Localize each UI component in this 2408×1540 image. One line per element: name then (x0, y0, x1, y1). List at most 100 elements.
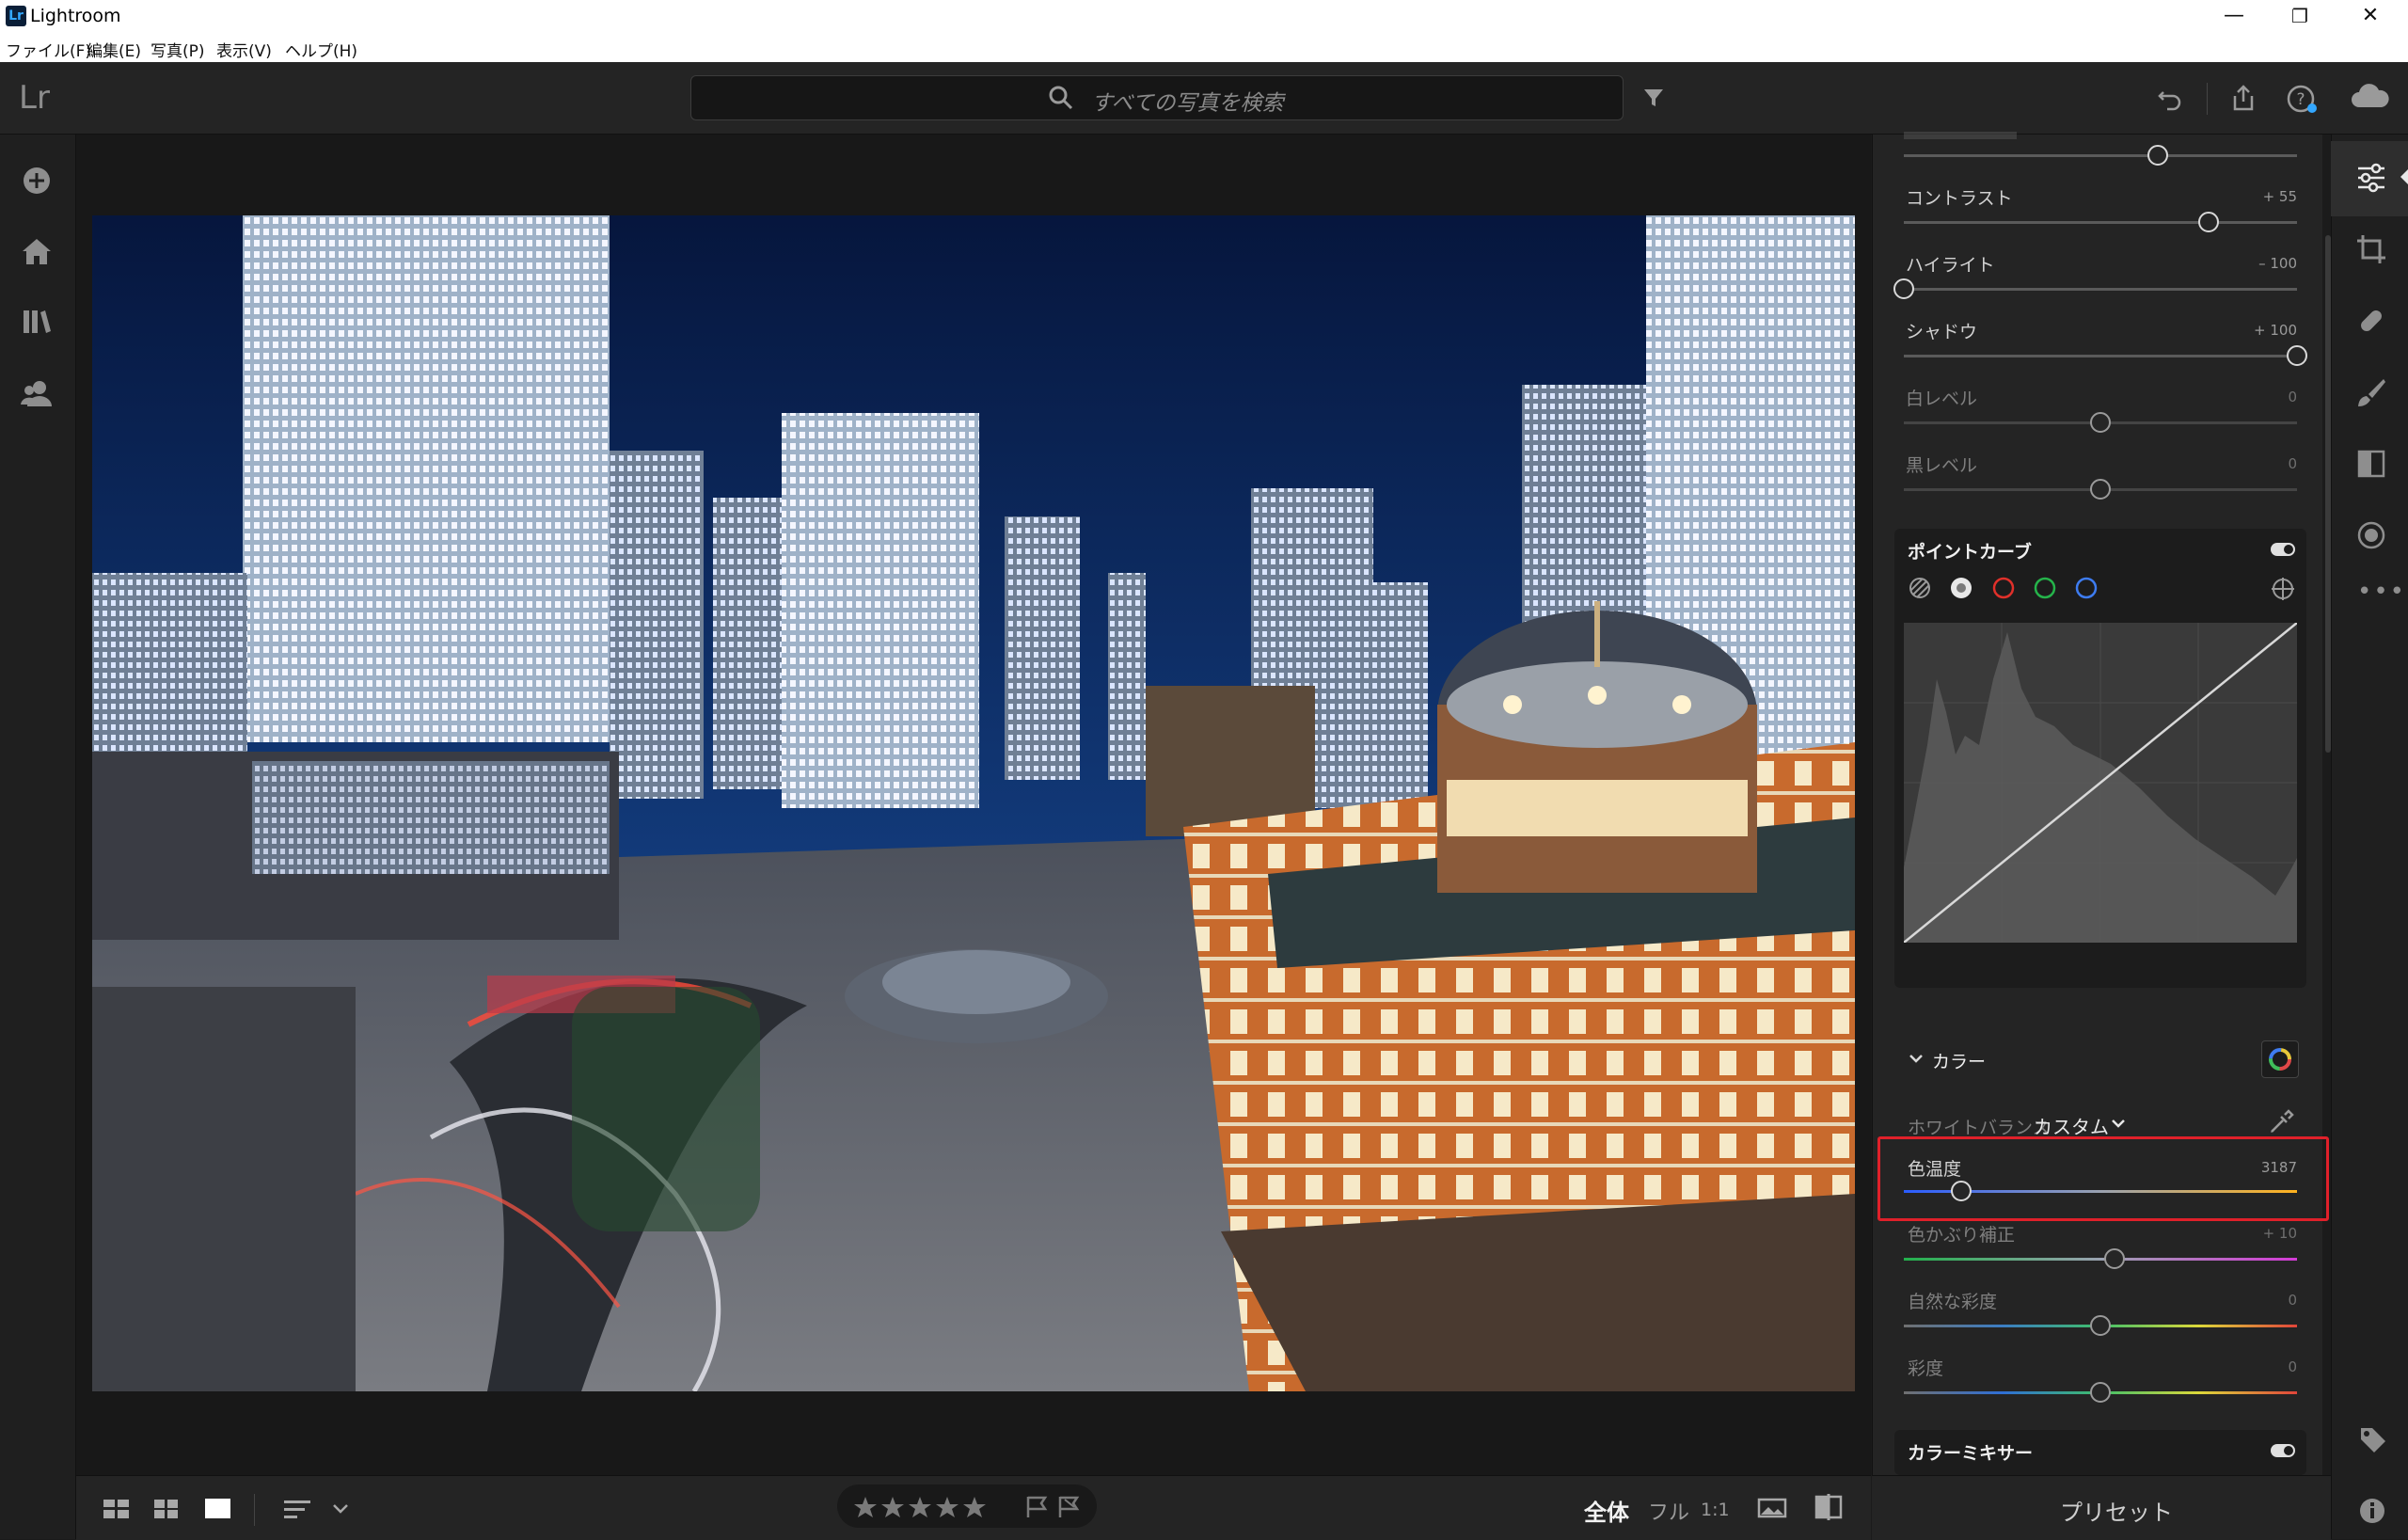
reject-flag-icon[interactable] (1055, 1494, 1082, 1520)
brush-icon[interactable] (2355, 376, 2387, 408)
compare-icon[interactable] (1814, 1492, 1844, 1522)
blacks-value[interactable]: 0 (2222, 455, 2297, 472)
vibrance-value[interactable]: 0 (2222, 1292, 2297, 1309)
red-channel-icon[interactable] (1991, 576, 2016, 600)
right-tool-strip (2331, 135, 2408, 1539)
clipped-slider-label (1904, 132, 2017, 139)
photo-tokyo-station-night[interactable] (92, 215, 1855, 1391)
chevron-down-icon[interactable] (1908, 1052, 1925, 1067)
chevron-down-icon[interactable] (2110, 1118, 2127, 1131)
help-icon[interactable]: ? (2286, 83, 2318, 115)
menu-bar (0, 34, 2408, 63)
grid-view-icon[interactable] (152, 1498, 181, 1520)
crop-icon[interactable] (2355, 233, 2387, 265)
info-icon[interactable] (2357, 1496, 2387, 1526)
star-rating-icon[interactable] (852, 1494, 993, 1520)
home-icon[interactable] (19, 235, 55, 267)
lr-logo: Lr (19, 79, 50, 117)
tint-slider-track[interactable] (1904, 1258, 2297, 1261)
parametric-curve-icon[interactable] (1908, 576, 1934, 600)
left-sidebar (0, 135, 76, 1539)
zoom-fit-button[interactable]: 全体 (1584, 1494, 1629, 1527)
menu-photo[interactable]: 写真(P) (150, 38, 205, 61)
highlights-slider-knob[interactable] (1893, 278, 1914, 299)
color-grading-button[interactable] (2261, 1040, 2299, 1078)
point-curve-toggle[interactable] (2271, 543, 2295, 556)
tint-slider-knob[interactable] (2103, 1248, 2125, 1269)
tag-icon[interactable] (2357, 1424, 2387, 1454)
people-icon[interactable] (19, 378, 55, 408)
add-photos-icon[interactable] (20, 164, 54, 198)
contrast-label: コントラスト (1906, 188, 2013, 209)
contrast-value[interactable]: + 55 (2222, 188, 2297, 205)
green-channel-icon[interactable] (2033, 576, 2057, 600)
saturation-slider-knob[interactable] (2090, 1382, 2111, 1403)
before-after-icon[interactable] (1757, 1496, 1789, 1522)
targeted-adjustment-icon[interactable] (2270, 576, 2296, 602)
menu-edit[interactable]: 編集(E) (87, 38, 141, 61)
linear-gradient-icon[interactable] (2355, 448, 2387, 480)
chevron-down-icon[interactable] (331, 1501, 350, 1516)
toolbar-divider (2207, 83, 2208, 115)
window-title: Lightroom (30, 6, 121, 26)
contrast-slider-knob[interactable] (2197, 212, 2219, 232)
eyedropper-icon[interactable] (2267, 1108, 2295, 1136)
highlights-value[interactable]: – 100 (2222, 255, 2297, 272)
healing-icon[interactable] (2355, 305, 2387, 337)
detail-view-icon[interactable] (203, 1496, 233, 1520)
share-icon[interactable] (2229, 83, 2258, 113)
exposure-slider-track[interactable] (1904, 154, 2297, 157)
blacks-label: 黒レベル (1906, 455, 1978, 476)
minimize-button[interactable]: — (2201, 0, 2267, 34)
saturation-value[interactable]: 0 (2222, 1358, 2297, 1375)
presets-button[interactable]: プリセット (2060, 1494, 2173, 1527)
point-curve-title: ポイントカーブ (1908, 542, 2032, 563)
edit-sliders-icon[interactable] (2355, 162, 2387, 194)
search-placeholder: すべての写真を検索 (1091, 91, 1284, 116)
color-mixer-toggle[interactable] (2271, 1444, 2295, 1457)
rgb-curve-channel-icon[interactable] (1949, 576, 1973, 600)
exposure-slider-knob[interactable] (2147, 145, 2168, 166)
blue-channel-icon[interactable] (2074, 576, 2099, 600)
app-logo-icon: Lr (6, 6, 26, 26)
highlights-slider-track[interactable] (1904, 288, 2297, 291)
restore-button[interactable]: ❐ (2267, 0, 2333, 34)
menu-file[interactable]: ファイル(F) (6, 38, 91, 61)
shadows-slider-track[interactable] (1904, 355, 2297, 357)
search-icon (1049, 86, 1073, 110)
radial-gradient-icon[interactable] (2355, 519, 2387, 551)
tone-curve-graph[interactable] (1903, 622, 2298, 944)
shadows-label: シャドウ (1906, 322, 1978, 342)
menu-view[interactable]: 表示(V) (216, 38, 272, 61)
bottom-divider (254, 1494, 255, 1526)
library-icon[interactable] (21, 307, 53, 337)
svg-text:?: ? (2296, 90, 2305, 109)
close-button[interactable]: ✕ (2337, 0, 2403, 34)
zoom-1to1-button[interactable]: 1:1 (1701, 1500, 1730, 1520)
color-section-title[interactable]: カラー (1932, 1048, 1986, 1073)
shadows-value[interactable]: + 100 (2222, 322, 2297, 339)
color-mixer-title[interactable]: カラーミキサー (1908, 1439, 2033, 1465)
blacks-slider-knob[interactable] (2090, 479, 2111, 500)
cloud-sync-icon[interactable] (2350, 83, 2391, 113)
square-grid-icon[interactable] (102, 1498, 132, 1520)
panel-pointer-icon (2400, 169, 2408, 184)
white-balance-label: ホワイトバランス (1908, 1118, 2051, 1138)
contrast-slider-track[interactable] (1904, 221, 2297, 224)
filter-icon[interactable] (1642, 87, 1665, 109)
zoom-fill-button[interactable]: フル (1648, 1496, 1689, 1526)
tint-value[interactable]: + 10 (2222, 1225, 2297, 1242)
white-balance-dropdown[interactable]: カスタム (2034, 1112, 2109, 1139)
vibrance-slider-knob[interactable] (2090, 1315, 2111, 1336)
more-tools-icon[interactable]: ••• (2357, 578, 2406, 606)
sort-icon[interactable] (282, 1498, 316, 1520)
whites-slider-knob[interactable] (2090, 412, 2111, 433)
whites-value[interactable]: 0 (2222, 389, 2297, 405)
shadows-slider-knob[interactable] (2287, 345, 2307, 366)
window-title-bar (0, 0, 2408, 34)
temperature-highlight-frame (1877, 1136, 2329, 1221)
pick-flag-icon[interactable] (1023, 1494, 1050, 1520)
undo-icon[interactable] (2156, 85, 2184, 113)
menu-help[interactable]: ヘルプ(H) (285, 38, 357, 61)
whites-label: 白レベル (1906, 389, 1978, 409)
